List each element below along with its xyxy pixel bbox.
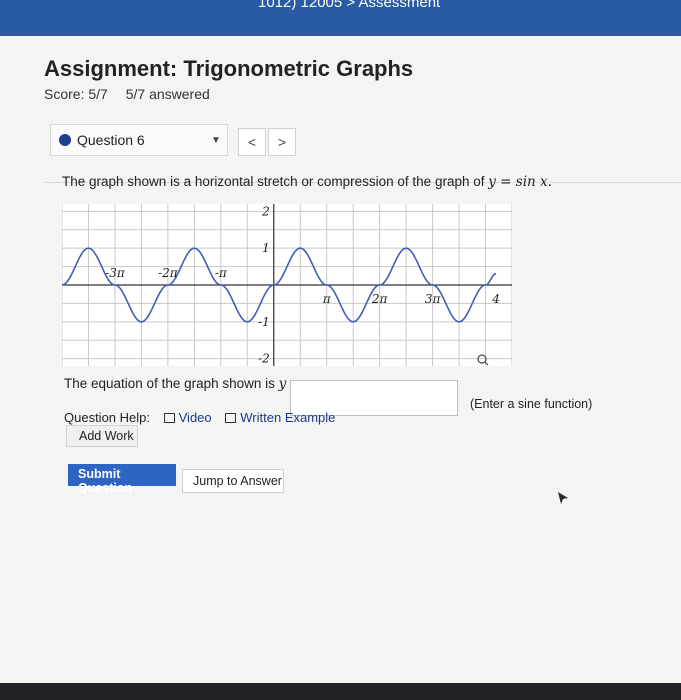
question-help: Question Help: Video Written Example	[64, 410, 335, 425]
document-icon	[225, 413, 237, 423]
x-tick-label: 4	[491, 292, 500, 306]
x-tick-label: π	[322, 292, 332, 306]
assessment-content: Assignment: Trigonometric Graphs Score: …	[0, 36, 681, 700]
answered-count: 5/7 answered	[125, 86, 210, 102]
previous-question-button[interactable]: <	[238, 128, 266, 156]
question-selector-label: Question 6	[77, 132, 145, 148]
add-work-button[interactable]: Add Work	[66, 425, 138, 447]
answer-hint: (Enter a sine function)	[470, 397, 593, 411]
video-icon	[163, 413, 175, 423]
mouse-cursor-icon	[558, 492, 568, 504]
sine-graph: -3π -2π -π π 2π 3π 4 2 1 -1 -2	[62, 204, 512, 366]
equation-line: The equation of the graph shown is y =	[64, 376, 302, 392]
written-example-link[interactable]: Written Example	[225, 410, 335, 425]
status-dot-icon	[59, 134, 71, 146]
prompt-math: y = sin x.	[488, 174, 552, 190]
y-tick-label: 1	[262, 241, 270, 255]
written-example-label: Written Example	[240, 410, 336, 425]
submit-question-button[interactable]: Submit Question	[68, 464, 176, 495]
prompt-text: The graph shown is a horizontal stretch …	[62, 174, 485, 189]
x-tick-label: -π	[215, 266, 228, 280]
next-question-button[interactable]: >	[268, 128, 296, 156]
x-tick-label: 3π	[425, 292, 442, 306]
breadcrumb[interactable]: 1012) 12005 > Assessment	[258, 0, 440, 11]
question-prompt: The graph shown is a horizontal stretch …	[62, 174, 552, 190]
question-selector[interactable]: Question 6 ▼	[50, 124, 228, 156]
bottom-bezel	[0, 683, 681, 700]
video-label: Video	[178, 410, 212, 425]
page-title: Assignment: Trigonometric Graphs	[44, 56, 414, 81]
screen: 1012) 12005 > Assessment Assignment: Tri…	[0, 0, 681, 700]
score-value: Score: 5/7	[44, 86, 108, 102]
x-tick-label: 2π	[371, 292, 389, 306]
x-tick-label: -3π	[105, 266, 126, 280]
score-line: Score: 5/7 5/7 answered	[44, 86, 224, 102]
y-tick-label: 2	[261, 204, 270, 218]
y-tick-label: -2	[258, 352, 270, 366]
chevron-down-icon: ▼	[211, 135, 221, 146]
help-label: Question Help:	[64, 410, 150, 425]
y-tick-label: -1	[258, 315, 270, 329]
x-tick-label: -2π	[158, 266, 179, 280]
jump-to-answer-button[interactable]: Jump to Answer	[182, 469, 284, 493]
equation-label: The equation of the graph shown is	[64, 376, 275, 391]
video-link[interactable]: Video	[163, 410, 216, 425]
